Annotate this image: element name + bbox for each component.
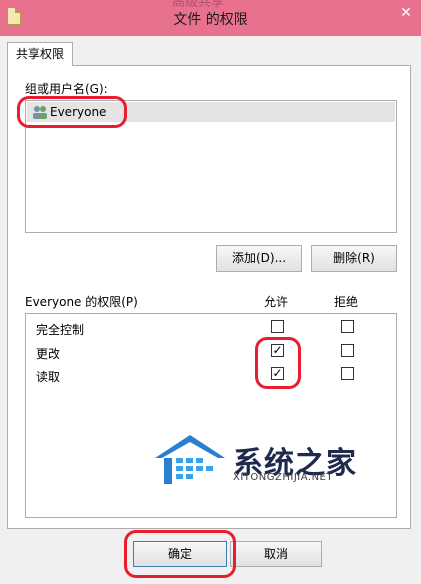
cancel-button[interactable]: 取消: [230, 541, 322, 567]
permission-name: 完全控制: [36, 323, 85, 337]
allow-checkbox-full-control[interactable]: [271, 320, 284, 333]
watermark: 系统之家 XITONGZHIJIA.NET: [150, 430, 370, 500]
house-logo-icon: [155, 435, 225, 484]
permission-name: 更改: [36, 347, 61, 361]
tab-share-permissions[interactable]: 共享权限: [7, 42, 73, 66]
highlight-ring: [17, 96, 127, 128]
window-title: 文件 的权限: [173, 12, 248, 28]
groups-label: 组或用户名(G):: [25, 82, 108, 96]
deny-checkbox-read[interactable]: [341, 367, 354, 380]
deny-header: 拒绝: [334, 295, 359, 309]
watermark-subtext: XITONGZHIJIA.NET: [233, 472, 333, 483]
highlight-ring: [124, 530, 236, 578]
add-button[interactable]: 添加(D)...: [216, 245, 302, 272]
highlight-ring: [255, 337, 301, 389]
close-icon[interactable]: ✕: [397, 4, 415, 22]
deny-checkbox-change[interactable]: [341, 344, 354, 357]
deny-checkbox-full-control[interactable]: [341, 320, 354, 333]
title-bar: 高级共享 文件 的权限 ✕: [0, 0, 421, 36]
allow-header: 允许: [264, 295, 289, 309]
permission-name: 读取: [36, 370, 61, 384]
remove-button[interactable]: 删除(R): [311, 245, 397, 272]
permissions-label: Everyone 的权限(P): [25, 295, 138, 309]
